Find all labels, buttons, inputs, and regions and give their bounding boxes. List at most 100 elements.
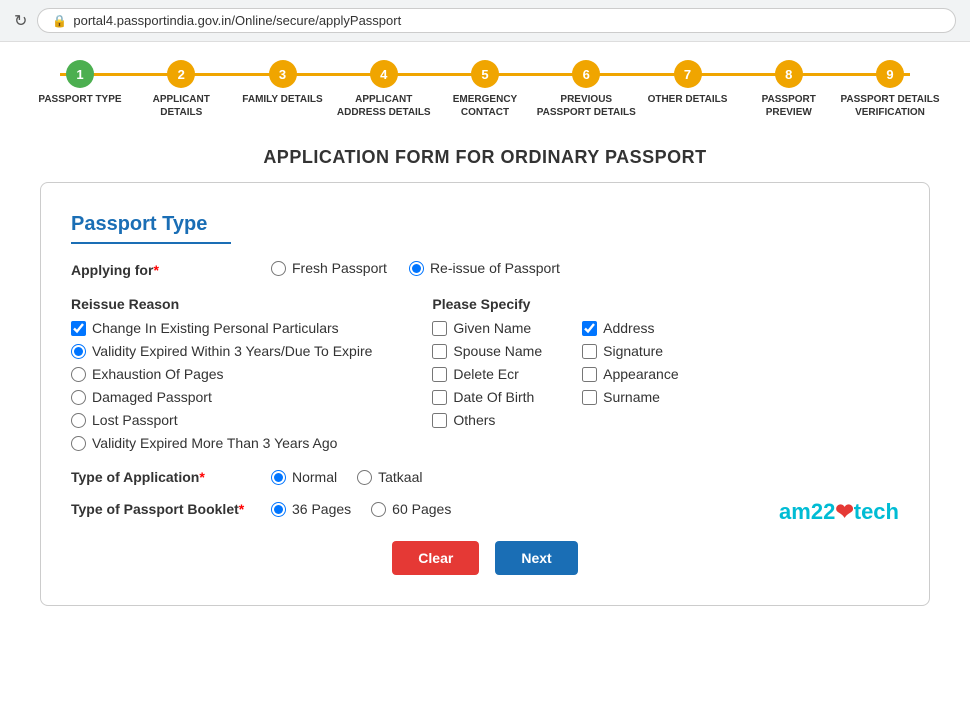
reissue-reason-lost[interactable]: Lost Passport <box>71 412 372 428</box>
section-divider <box>71 242 231 244</box>
step-circle-7[interactable]: 7 <box>674 60 702 88</box>
reissue-reason-label-exhaustion_pages: Exhaustion Of Pages <box>92 366 224 382</box>
step-item-6: 6PREVIOUS PASSPORT DETAILS <box>536 60 636 119</box>
step-item-7: 7OTHER DETAILS <box>638 60 738 106</box>
specify-checkbox-spouse_name[interactable] <box>432 344 447 359</box>
step-item-4: 4 APPLICANT ADDRESS DETAILS <box>334 60 434 119</box>
step-circle-4[interactable]: 4 <box>370 60 398 88</box>
button-row: Clear Next <box>71 541 899 575</box>
specify-label-address: Address <box>603 320 654 336</box>
reissue-reason-label-lost: Lost Passport <box>92 412 178 428</box>
specify-checkbox-delete_ecr[interactable] <box>432 367 447 382</box>
step-label-9: PASSPORT DETAILS VERIFICATION <box>840 93 940 119</box>
type-booklet-label: Type of Passport Booklet* <box>71 501 271 517</box>
applying-for-label: Applying for* <box>71 260 271 278</box>
lock-icon: 🔒 <box>52 14 67 28</box>
form-card: Passport Type Applying for* Fresh Passpo… <box>40 182 930 606</box>
reissue-reason-validity_expired_more[interactable]: Validity Expired More Than 3 Years Ago <box>71 435 372 451</box>
specify-checkbox-signature[interactable] <box>582 344 597 359</box>
step-circle-3[interactable]: 3 <box>269 60 297 88</box>
specify-date_of_birth[interactable]: Date Of Birth <box>432 389 542 405</box>
step-bar: 1 PASSPORT TYPE 2 APPLICANT DETAILS 3 FAMILY … <box>0 42 970 129</box>
type-booklet-option-60pages[interactable]: 60 Pages <box>371 501 451 517</box>
step-circle-1: 1 <box>66 60 94 88</box>
type-booklet-options: 36 Pages 60 Pages <box>271 501 451 517</box>
reissue-reason-label-validity_expired_more: Validity Expired More Than 3 Years Ago <box>92 435 337 451</box>
specify-label-appearance: Appearance <box>603 366 679 382</box>
specify-label-delete_ecr: Delete Ecr <box>453 366 518 382</box>
step-label-4: APPLICANT ADDRESS DETAILS <box>334 93 434 119</box>
step-label-1: PASSPORT TYPE <box>38 93 121 106</box>
specify-others[interactable]: Others <box>432 412 542 428</box>
specify-surname[interactable]: Surname <box>582 389 679 405</box>
specify-checkbox-appearance[interactable] <box>582 367 597 382</box>
specify-checkbox-date_of_birth[interactable] <box>432 390 447 405</box>
applying-for-option-reissue[interactable]: Re-issue of Passport <box>409 260 560 276</box>
clear-button[interactable]: Clear <box>392 541 479 575</box>
applying-for-options: Fresh Passport Re-issue of Passport <box>271 260 574 276</box>
url-text: portal4.passportindia.gov.in/Online/secu… <box>73 13 401 28</box>
reissue-reason-damaged[interactable]: Damaged Passport <box>71 389 372 405</box>
reissue-reason-input-lost[interactable] <box>71 413 86 428</box>
step-item-9: 9 PASSPORT DETAILS VERIFICATION <box>840 60 940 119</box>
applying-for-label-reissue: Re-issue of Passport <box>430 260 560 276</box>
reissue-reason-input-validity_expired_more[interactable] <box>71 436 86 451</box>
type-application-options: Normal Tatkaal <box>271 469 422 485</box>
reissue-reason-input-damaged[interactable] <box>71 390 86 405</box>
applying-for-radio-reissue[interactable] <box>409 261 424 276</box>
specify-given_name[interactable]: Given Name <box>432 320 542 336</box>
step-label-3: FAMILY DETAILS <box>242 93 322 106</box>
step-label-2: APPLICANT DETAILS <box>131 93 231 119</box>
reasons-row: Reissue Reason Change In Existing Person… <box>71 296 899 451</box>
reissue-reason-input-exhaustion_pages[interactable] <box>71 367 86 382</box>
browser-bar: ↻ 🔒 portal4.passportindia.gov.in/Online/… <box>0 0 970 42</box>
specify-label-others: Others <box>453 412 495 428</box>
specify-label-spouse_name: Spouse Name <box>453 343 542 359</box>
specify-delete_ecr[interactable]: Delete Ecr <box>432 366 542 382</box>
reissue-reason-validity_expired_3[interactable]: Validity Expired Within 3 Years/Due To E… <box>71 343 372 359</box>
branding: am22❤tech <box>779 499 899 525</box>
step-circle-5[interactable]: 5 <box>471 60 499 88</box>
specify-checkbox-others[interactable] <box>432 413 447 428</box>
step-circle-6[interactable]: 6 <box>572 60 600 88</box>
specify-label-signature: Signature <box>603 343 663 359</box>
step-item-5: 5 EMERGENCY CONTACT <box>435 60 535 119</box>
reissue-reason-change_particulars[interactable]: Change In Existing Personal Particulars <box>71 320 372 336</box>
type-application-option-normal[interactable]: Normal <box>271 469 337 485</box>
type-application-radio-tatkaal[interactable] <box>357 470 372 485</box>
type-booklet-radio-60pages[interactable] <box>371 502 386 517</box>
reissue-reason-input-change_particulars[interactable] <box>71 321 86 336</box>
specify-spouse_name[interactable]: Spouse Name <box>432 343 542 359</box>
specify-checkbox-given_name[interactable] <box>432 321 447 336</box>
applying-for-radio-fresh[interactable] <box>271 261 286 276</box>
next-button[interactable]: Next <box>495 541 577 575</box>
page-wrapper: 1 PASSPORT TYPE 2 APPLICANT DETAILS 3 FAMILY … <box>0 42 970 727</box>
step-label-8: PASSPORT PREVIEW <box>739 93 839 119</box>
reload-icon[interactable]: ↻ <box>14 11 27 31</box>
type-booklet-option-36pages[interactable]: 36 Pages <box>271 501 351 517</box>
type-application-option-tatkaal[interactable]: Tatkaal <box>357 469 422 485</box>
specify-label-date_of_birth: Date Of Birth <box>453 389 534 405</box>
reissue-reason-title: Reissue Reason <box>71 296 372 312</box>
specify-checkbox-address[interactable] <box>582 321 597 336</box>
reissue-reason-label-change_particulars: Change In Existing Personal Particulars <box>92 320 339 336</box>
step-circle-9[interactable]: 9 <box>876 60 904 88</box>
step-item-8: 8 PASSPORT PREVIEW <box>739 60 839 119</box>
type-application-radio-normal[interactable] <box>271 470 286 485</box>
step-item-3: 3 FAMILY DETAILS <box>233 60 333 106</box>
step-circle-8[interactable]: 8 <box>775 60 803 88</box>
step-circle-2[interactable]: 2 <box>167 60 195 88</box>
page-title: APPLICATION FORM FOR ORDINARY PASSPORT <box>0 129 970 182</box>
step-item-1: 1 PASSPORT TYPE <box>30 60 130 106</box>
specify-address[interactable]: Address <box>582 320 679 336</box>
specify-signature[interactable]: Signature <box>582 343 679 359</box>
specify-checkbox-surname[interactable] <box>582 390 597 405</box>
applying-for-option-fresh[interactable]: Fresh Passport <box>271 260 387 276</box>
reissue-reason-input-validity_expired_3[interactable] <box>71 344 86 359</box>
section-title: Passport Type <box>71 213 899 236</box>
reissue-reason-exhaustion_pages[interactable]: Exhaustion Of Pages <box>71 366 372 382</box>
type-booklet-radio-36pages[interactable] <box>271 502 286 517</box>
step-label-5: EMERGENCY CONTACT <box>435 93 535 119</box>
type-booklet-row: Type of Passport Booklet* 36 Pages 60 Pag… <box>71 501 899 517</box>
specify-appearance[interactable]: Appearance <box>582 366 679 382</box>
